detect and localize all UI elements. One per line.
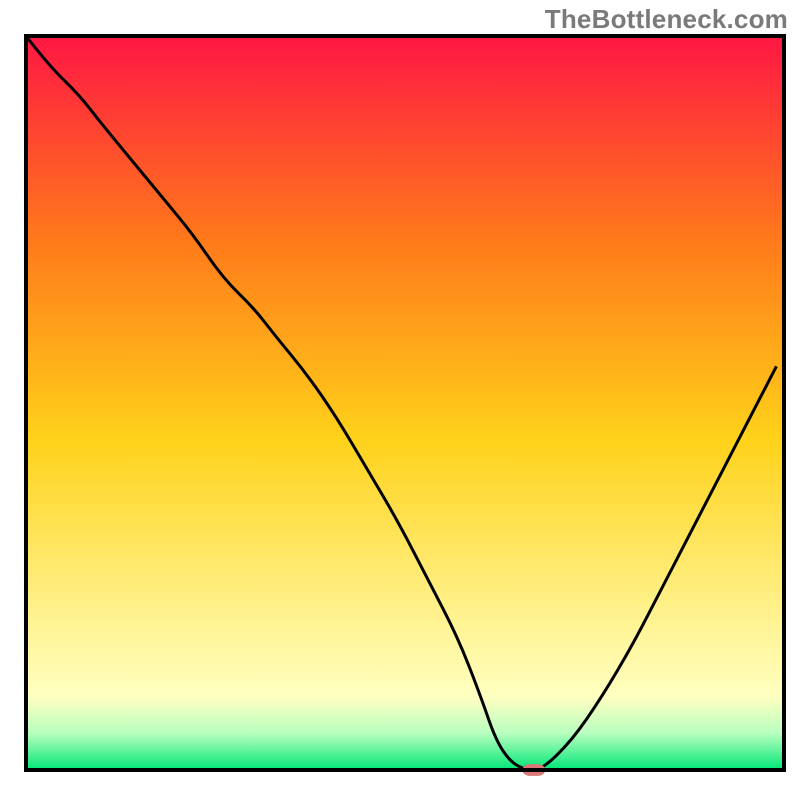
plot-area — [26, 36, 784, 776]
chart-container: TheBottleneck.com — [0, 0, 800, 800]
bottleneck-chart — [0, 0, 800, 800]
watermark-label: TheBottleneck.com — [545, 4, 788, 35]
heatmap-background — [26, 36, 784, 770]
